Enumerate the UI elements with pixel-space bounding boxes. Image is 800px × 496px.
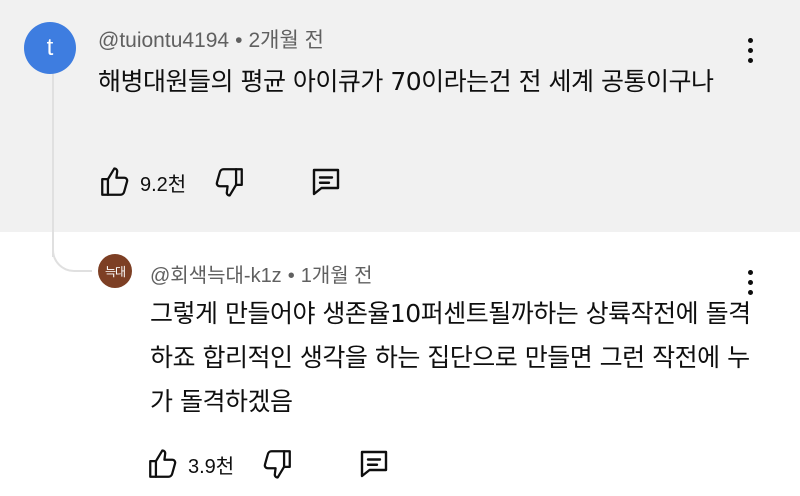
meta-separator: • bbox=[287, 265, 295, 287]
thread-line bbox=[52, 62, 54, 257]
reply-meta: @회색늑대-k1z • 1개월 전 bbox=[150, 259, 373, 288]
comment-text: 해병대원들의 평균 아이큐가 70이라는건 전 세계 공통이구나 bbox=[98, 67, 714, 96]
thumbs-down-icon[interactable] bbox=[260, 447, 294, 481]
reply-icon[interactable] bbox=[308, 164, 344, 200]
like-group: 3.9천 bbox=[146, 447, 234, 481]
reply-time[interactable]: 1개월 전 bbox=[301, 265, 373, 287]
like-count: 9.2천 bbox=[140, 173, 187, 196]
avatar[interactable]: t bbox=[24, 22, 76, 74]
reply-avatar-text: 늑대 bbox=[104, 264, 126, 279]
thumbs-up-icon[interactable] bbox=[146, 447, 180, 481]
comment-author[interactable]: @tuiontu4194 bbox=[98, 29, 229, 52]
reply-avatar[interactable]: 늑대 bbox=[98, 254, 132, 288]
comment-meta: @tuiontu4194 • 2개월 전 bbox=[98, 24, 324, 54]
like-group: 9.2천 bbox=[98, 165, 186, 199]
reply-icon[interactable] bbox=[356, 446, 392, 482]
meta-separator: • bbox=[235, 29, 243, 52]
like-count: 3.9천 bbox=[188, 455, 235, 478]
thumbs-up-icon[interactable] bbox=[98, 165, 132, 199]
reply-text: 그렇게 만들어야 생존율10퍼센트될까하는 상륙작전에 돌격하죠 합리적인 생각… bbox=[150, 299, 751, 416]
thumbs-down-icon[interactable] bbox=[212, 165, 246, 199]
avatar-letter: t bbox=[46, 34, 54, 61]
comment-time[interactable]: 2개월 전 bbox=[248, 29, 323, 52]
more-vert-icon[interactable] bbox=[745, 38, 755, 63]
reply-author[interactable]: @회색늑대-k1z bbox=[150, 265, 282, 287]
comment-actions: 9.2천 bbox=[98, 164, 344, 200]
reply-actions: 3.9천 bbox=[146, 446, 392, 482]
